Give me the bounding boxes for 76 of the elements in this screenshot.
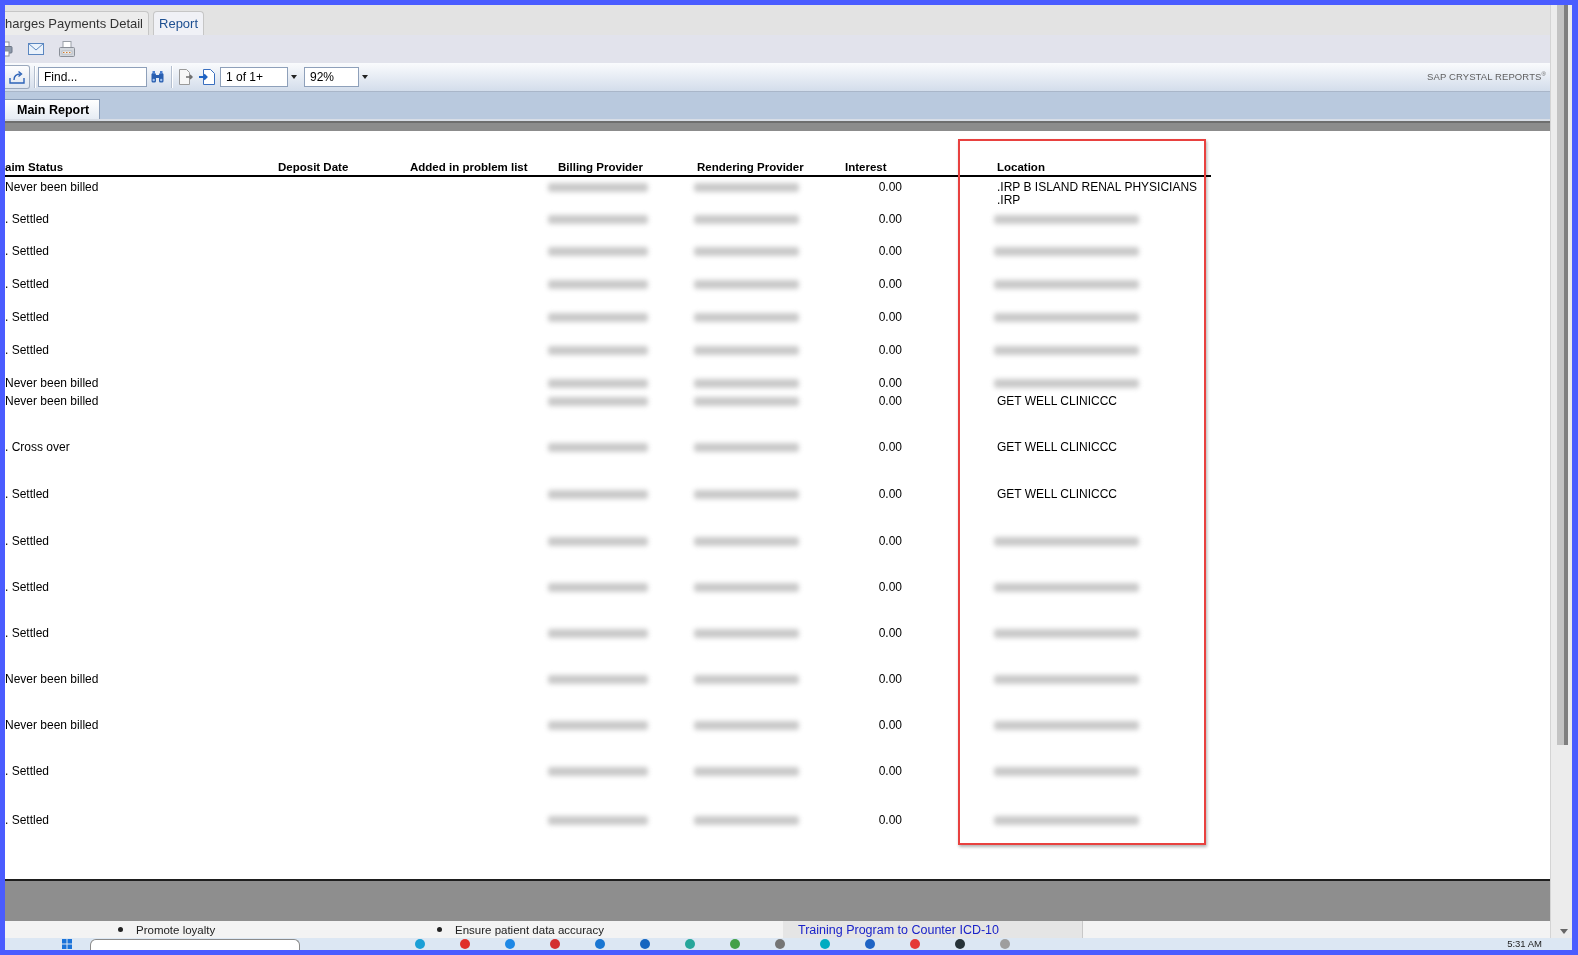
table-cell-text: 0.00 [877, 180, 902, 194]
table-cell-text: . Cross over [5, 440, 71, 454]
export-button[interactable] [5, 65, 30, 89]
table-cell-text: Never been billed [5, 718, 100, 732]
caret-icon[interactable] [362, 75, 368, 79]
bullet-icon [437, 927, 442, 932]
page-field[interactable]: 1 of 1+ [220, 67, 288, 87]
tab[interactable]: Main Report [5, 99, 101, 119]
table-cell-text: 0.00 [877, 672, 902, 686]
zoom-field[interactable]: 92% [304, 67, 359, 87]
table-cell-text: 0.00 [877, 394, 902, 408]
table-cell-text: . Settled [5, 580, 51, 594]
table-cell-text: . Settled [5, 813, 51, 827]
table-cell-text: 0.00 [877, 310, 902, 324]
table-cell-text: . Settled [5, 310, 51, 324]
find-field[interactable]: Find... [38, 67, 147, 87]
table-cell-text: 0.00 [877, 244, 902, 258]
brand-label: SAP CRYSTAL REPORTS$^{®}$ [1427, 71, 1546, 83]
table-cell-text: 0.00 [877, 343, 902, 357]
table-cell-text: . Settled [5, 487, 51, 501]
taskbar-search-field[interactable] [90, 939, 300, 950]
search-icon[interactable] [151, 71, 164, 83]
export-icon [9, 70, 25, 84]
table-cell-text: Never been billed [5, 376, 100, 390]
table-cell-text: . Settled [5, 244, 51, 258]
table-cell-text: GET WELL CLINICCC [997, 487, 1119, 501]
column-header: Interest [845, 161, 887, 173]
mail-icon[interactable] [28, 43, 44, 55]
table-cell-text: 0.00 [877, 212, 902, 226]
table-cell-text: Never been billed [5, 180, 100, 194]
table-cell-text: 0.00 [877, 440, 902, 454]
app-icon[interactable] [865, 939, 875, 949]
app-icon[interactable] [955, 939, 965, 949]
table-cell-text: GET WELL CLINICCC [997, 394, 1119, 408]
column-header: aim Status [5, 161, 64, 173]
tile-grid-icon[interactable] [62, 939, 72, 949]
app-icon[interactable] [640, 939, 650, 949]
table-cell-text: .IRP B ISLAND RENAL PHYSICIANS .IRP [997, 180, 1199, 207]
fax-icon[interactable] [59, 41, 75, 57]
clock-text: 5:31 AM [1507, 938, 1542, 950]
scrollbar-thumb[interactable] [1557, 5, 1568, 745]
table-cell-text: 0.00 [877, 626, 902, 640]
table-cell-text: 0.00 [877, 534, 902, 548]
table-cell-text: 0.00 [877, 764, 902, 778]
table-cell-text: 0.00 [877, 376, 902, 390]
table-cell-text: . Settled [5, 277, 51, 291]
table-cell-text: 0.00 [877, 277, 902, 291]
table-cell-text: . Settled [5, 534, 51, 548]
document-arrow-icon[interactable] [199, 69, 215, 85]
table-cell-text: Never been billed [5, 672, 100, 686]
table-cell-text: . Settled [5, 212, 51, 226]
document-arrow-icon[interactable] [178, 69, 193, 85]
table-cell-text: 0.00 [877, 813, 902, 827]
column-header: Added in problem list [410, 161, 528, 173]
tab[interactable]: harges Payments Detail [5, 11, 149, 35]
table-cell-text: . Settled [5, 764, 51, 778]
table-cell-text: 0.00 [877, 718, 902, 732]
link[interactable]: Training Program to Counter ICD-10 [798, 922, 999, 937]
scrollbar[interactable] [1550, 5, 1572, 938]
column-header: Rendering Provider [697, 161, 804, 173]
list-item-text: Ensure patient data accuracy [455, 923, 604, 936]
table-cell-text: 0.00 [877, 487, 902, 501]
column-header: Billing Provider [558, 161, 643, 173]
scroll-down-icon[interactable] [1560, 929, 1568, 934]
table-cell-text: . Settled [5, 343, 51, 357]
table-cell-text: GET WELL CLINICCC [997, 440, 1119, 454]
printer-icon[interactable] [5, 41, 13, 57]
column-header: Location [997, 161, 1045, 173]
table-cell-text: . Settled [5, 626, 51, 640]
caret-icon[interactable] [291, 75, 297, 79]
tab[interactable]: Report [153, 11, 205, 35]
table-cell-text: 0.00 [877, 580, 902, 594]
bullet-icon [118, 927, 123, 932]
table-cell-text: Never been billed [5, 394, 100, 408]
list-item-text: Promote loyalty [136, 923, 216, 936]
column-header: Deposit Date [278, 161, 349, 173]
